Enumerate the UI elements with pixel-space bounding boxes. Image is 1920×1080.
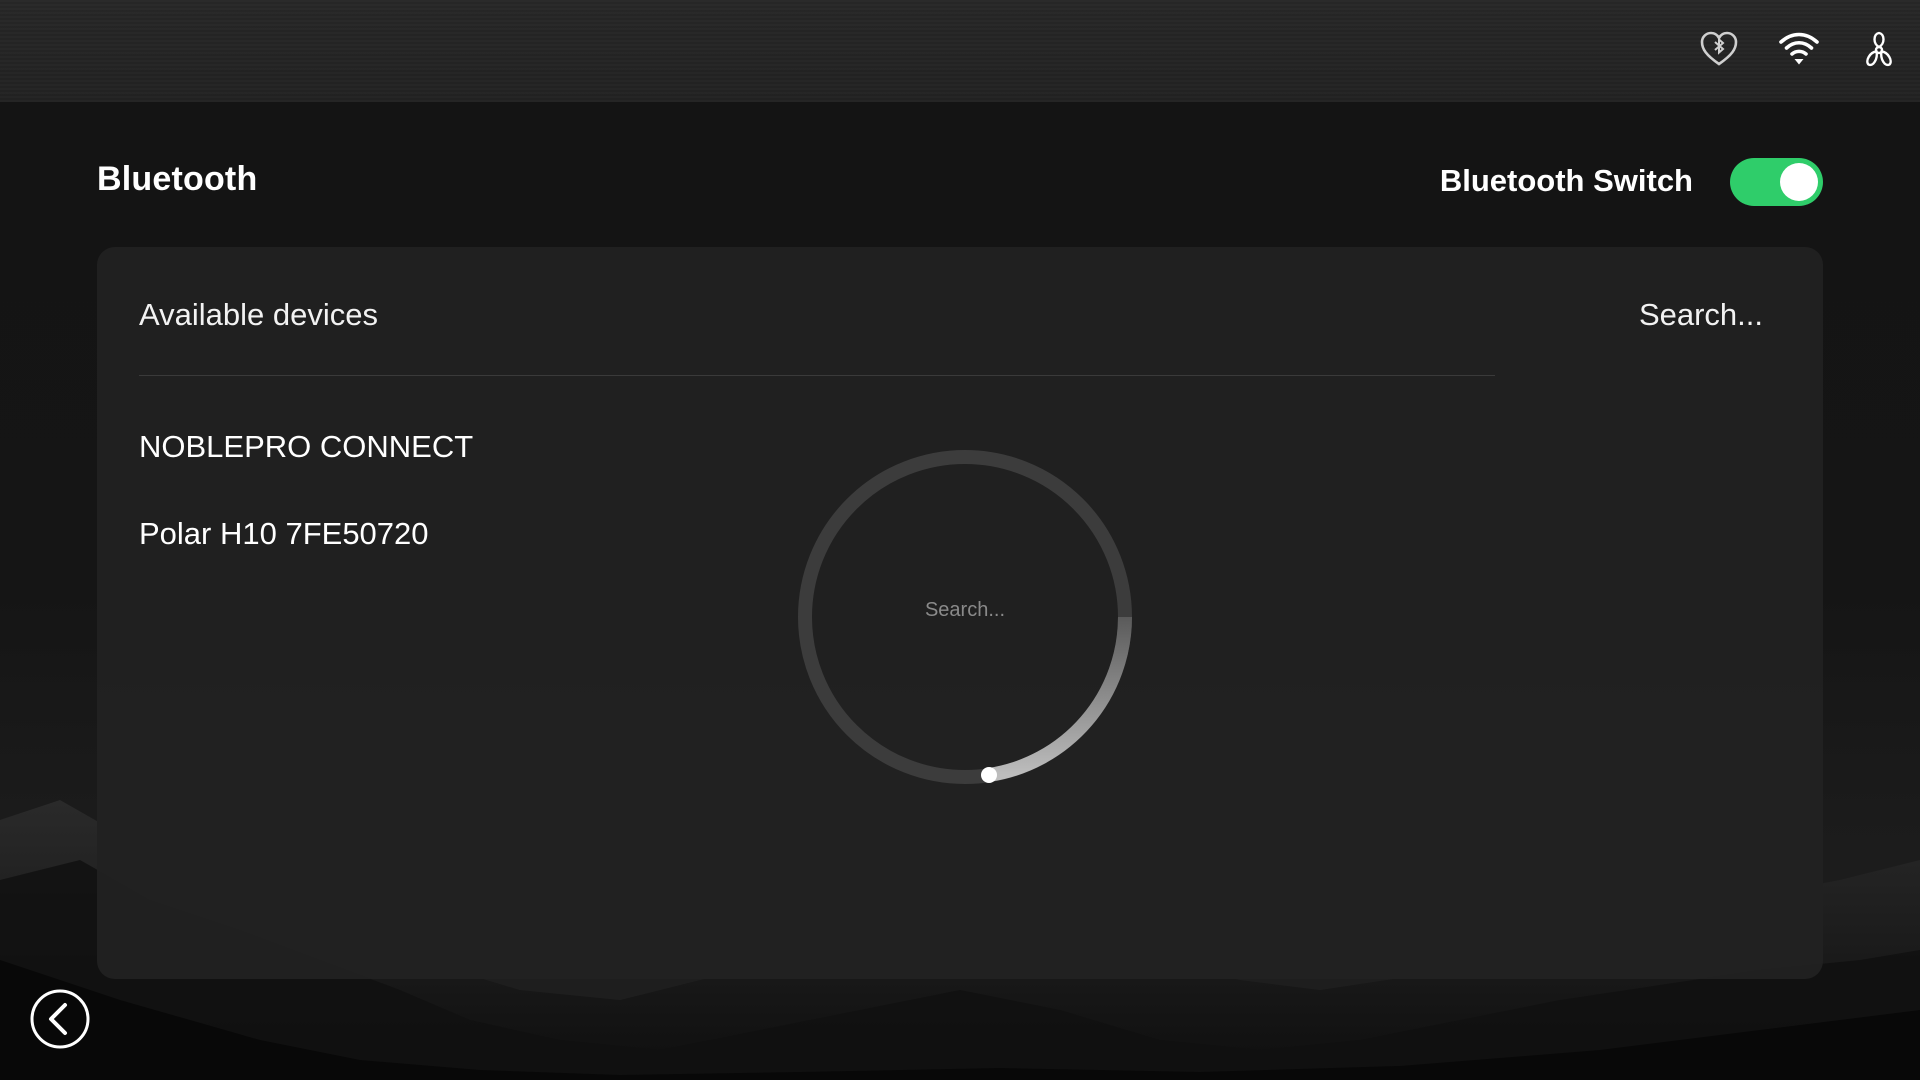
wifi-icon[interactable] [1778, 28, 1820, 70]
device-item[interactable]: Polar H10 7FE50720 [139, 516, 429, 552]
search-button[interactable]: Search... [1639, 297, 1763, 333]
bluetooth-switch-toggle[interactable] [1730, 158, 1823, 206]
page-title: Bluetooth [97, 160, 258, 198]
top-status-bar [0, 0, 1920, 102]
available-devices-card: Available devices Search... NOBLEPRO CON… [97, 247, 1823, 979]
bluetooth-switch-label: Bluetooth Switch [1439, 163, 1693, 198]
device-item[interactable]: NOBLEPRO CONNECT [139, 429, 473, 465]
fan-icon[interactable] [1858, 28, 1900, 70]
header-divider [139, 375, 1495, 376]
available-devices-heading: Available devices [139, 297, 378, 332]
status-icons [1698, 28, 1900, 70]
heart-bluetooth-icon[interactable] [1698, 28, 1740, 70]
chevron-left-icon[interactable] [29, 988, 91, 1050]
bluetooth-settings-screen: Bluetooth Bluetooth Switch Available dev… [0, 0, 1920, 1080]
spinner-label: Search... [924, 599, 1006, 621]
search-spinner: Search... [795, 447, 1135, 787]
toggle-knob [1780, 163, 1818, 201]
